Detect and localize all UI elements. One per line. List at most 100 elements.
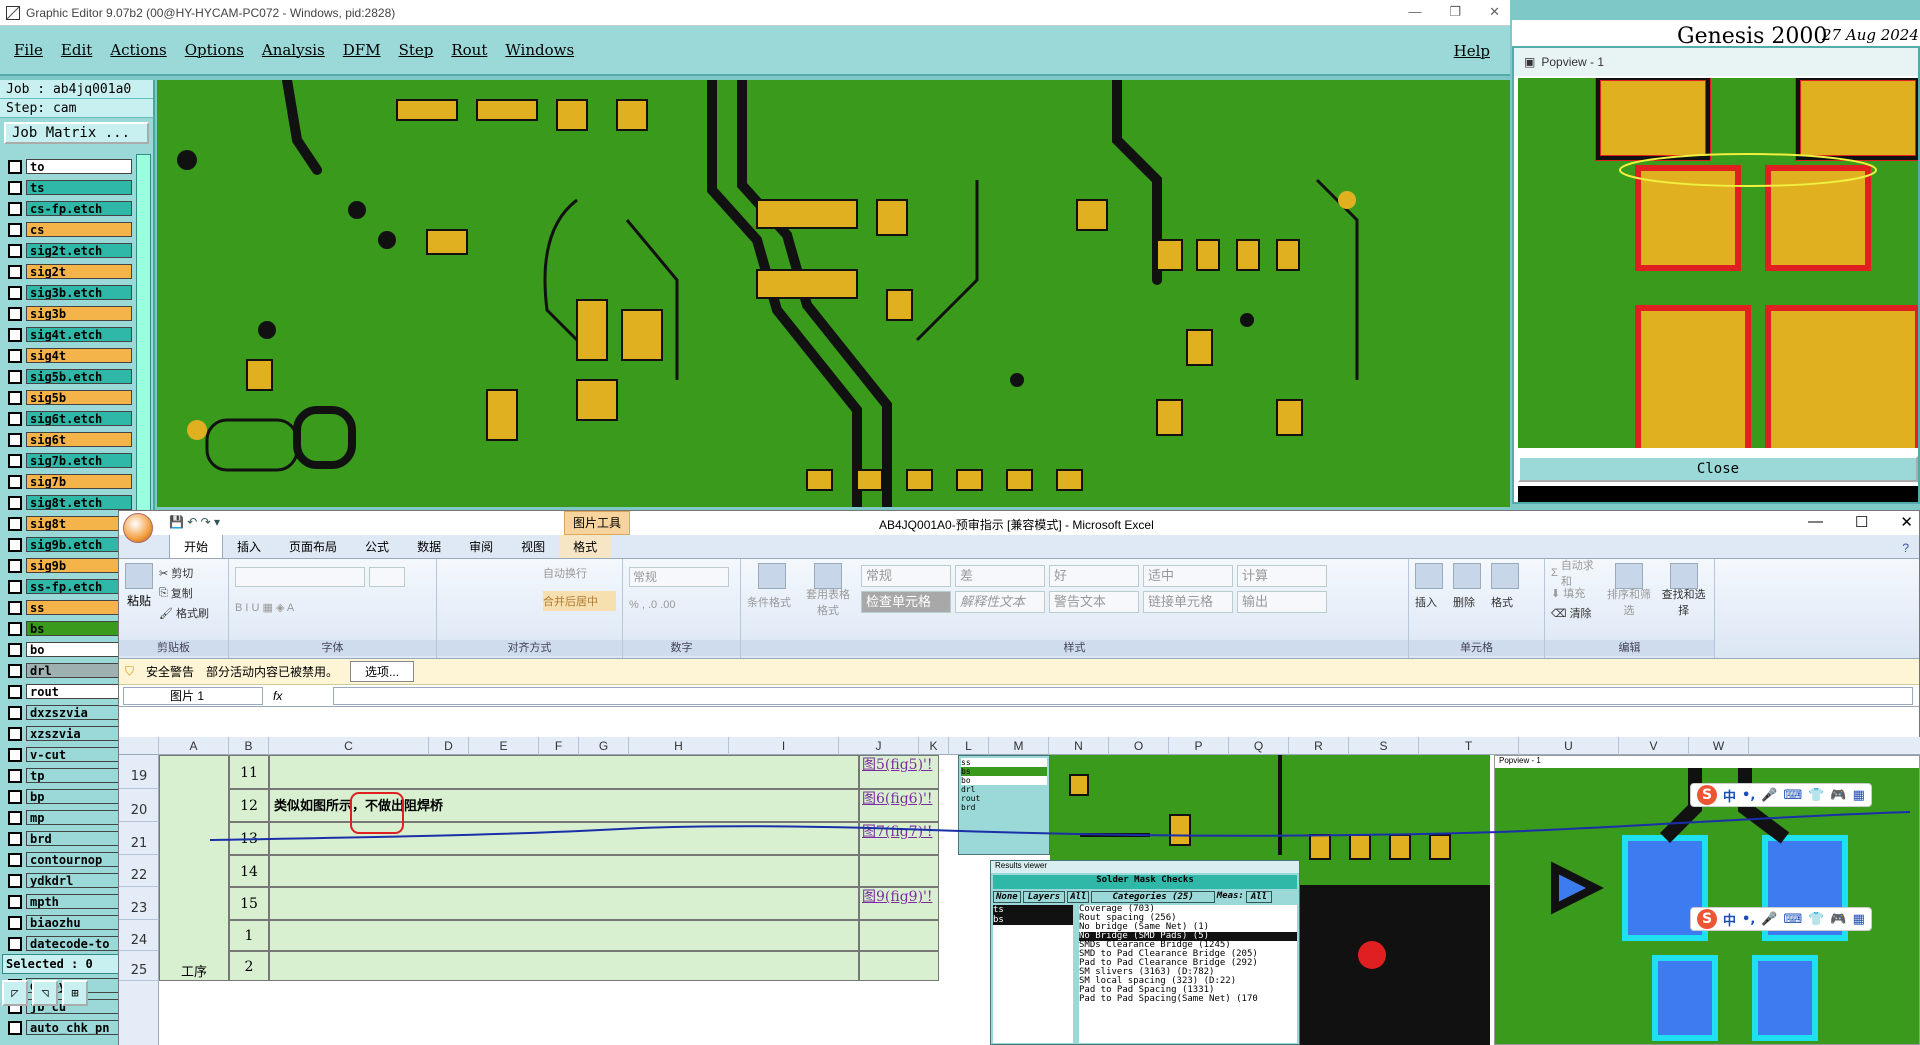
picture-tools-context-tab[interactable]: 图片工具 bbox=[564, 511, 630, 535]
description-cell[interactable] bbox=[269, 755, 859, 789]
column-header[interactable]: H bbox=[629, 737, 729, 755]
layer-checkbox[interactable] bbox=[8, 894, 22, 909]
column-header[interactable]: I bbox=[729, 737, 839, 755]
layer-checkbox[interactable] bbox=[8, 369, 22, 384]
tab-page-layout[interactable]: 页面布局 bbox=[275, 535, 351, 558]
layer-row[interactable]: xzszvia bbox=[4, 723, 132, 744]
layer-row[interactable]: mpth bbox=[4, 891, 132, 912]
rv-all-button[interactable]: All bbox=[1067, 891, 1090, 903]
excel-minimize-icon[interactable]: — bbox=[1808, 513, 1823, 531]
layer-row[interactable]: sig6t.etch bbox=[4, 408, 132, 429]
style-linked-cell[interactable]: 链接单元格 bbox=[1143, 591, 1233, 613]
description-cell[interactable]: 类似如图所示，不做出阻焊桥 bbox=[269, 789, 859, 822]
layer-checkbox[interactable] bbox=[8, 264, 22, 279]
column-header[interactable]: G bbox=[579, 737, 629, 755]
layer-name[interactable]: datecode-to bbox=[26, 936, 132, 951]
layer-name[interactable]: sig8t.etch bbox=[26, 495, 132, 510]
layer-row[interactable]: sig2t.etch bbox=[4, 240, 132, 261]
column-header[interactable]: E bbox=[469, 737, 539, 755]
layer-row[interactable]: sig3b.etch bbox=[4, 282, 132, 303]
layer-name[interactable]: drl bbox=[26, 663, 132, 678]
layer-name[interactable]: sig2t.etch bbox=[26, 243, 132, 258]
layer-checkbox[interactable] bbox=[8, 579, 22, 594]
quick-access-toolbar[interactable]: 💾 ↶ ↷ ▾ bbox=[169, 515, 220, 529]
layer-row[interactable]: sig2t bbox=[4, 261, 132, 282]
font-name-select[interactable] bbox=[235, 567, 365, 587]
layer-name[interactable]: tp bbox=[26, 768, 132, 783]
layer-name[interactable]: sig4t bbox=[26, 348, 132, 363]
layer-name[interactable]: sig8t bbox=[26, 516, 132, 531]
column-header[interactable]: C bbox=[269, 737, 429, 755]
item-number-cell[interactable]: 11 bbox=[229, 755, 269, 789]
row-header[interactable]: 21 bbox=[119, 822, 159, 855]
layer-row[interactable]: sig4t.etch bbox=[4, 324, 132, 345]
find-select-button[interactable]: 查找和选择 bbox=[1659, 563, 1708, 623]
maximize-icon[interactable]: ❐ bbox=[1449, 4, 1461, 20]
popview-canvas[interactable] bbox=[1518, 78, 1918, 448]
column-header[interactable]: N bbox=[1049, 737, 1109, 755]
number-format-buttons[interactable]: % , .0 .00 bbox=[629, 595, 734, 615]
layer-name[interactable]: mp bbox=[26, 810, 132, 825]
layer-checkbox[interactable] bbox=[8, 726, 22, 741]
style-explanatory[interactable]: 解释性文本 bbox=[955, 591, 1045, 613]
style-calculation[interactable]: 计算 bbox=[1237, 565, 1327, 587]
layer-checkbox[interactable] bbox=[8, 642, 22, 657]
conditional-format-button[interactable]: 条件格式 bbox=[747, 563, 797, 615]
layer-row[interactable]: auto_chk_pn bbox=[4, 1017, 132, 1038]
style-normal[interactable]: 常规 bbox=[861, 565, 951, 587]
layer-row[interactable]: sig8t.etch bbox=[4, 492, 132, 513]
tab-view[interactable]: 视图 bbox=[507, 535, 559, 558]
layer-name[interactable]: to bbox=[26, 159, 132, 174]
column-header[interactable]: U bbox=[1519, 737, 1619, 755]
column-header[interactable]: A bbox=[159, 737, 229, 755]
column-header[interactable]: Q bbox=[1229, 737, 1289, 755]
layer-checkbox[interactable] bbox=[8, 936, 22, 951]
popview-close-button[interactable]: Close bbox=[1518, 456, 1918, 482]
description-cell[interactable] bbox=[269, 887, 859, 920]
column-header[interactable]: R bbox=[1289, 737, 1349, 755]
figure-link-cell[interactable]: 图6(fig6)'! bbox=[859, 789, 939, 822]
layer-checkbox[interactable] bbox=[8, 663, 22, 678]
font-size-select[interactable] bbox=[369, 567, 405, 587]
menu-help[interactable]: Help bbox=[1454, 42, 1490, 60]
layer-checkbox[interactable] bbox=[8, 159, 22, 174]
delete-cells-button[interactable]: 删除 bbox=[1453, 563, 1481, 612]
description-cell[interactable] bbox=[269, 920, 859, 951]
rv-category-item[interactable]: Pad to Pad Spacing(Same Net) (170 bbox=[1079, 995, 1297, 1004]
layer-name[interactable]: sig7b.etch bbox=[26, 453, 132, 468]
excel-maximize-icon[interactable]: ☐ bbox=[1855, 513, 1868, 531]
layer-row[interactable]: rout bbox=[4, 681, 132, 702]
layer-name[interactable]: xzszvia bbox=[26, 726, 132, 741]
row-header[interactable]: 23 bbox=[119, 887, 159, 920]
layer-row[interactable]: sig8t bbox=[4, 513, 132, 534]
layer-name[interactable]: bp bbox=[26, 789, 132, 804]
layer-row[interactable]: cs-fp.etch bbox=[4, 198, 132, 219]
layer-checkbox[interactable] bbox=[8, 432, 22, 447]
menu-dfm[interactable]: DFM bbox=[343, 41, 381, 59]
tab-home[interactable]: 开始 bbox=[169, 534, 224, 558]
layer-row[interactable]: cs bbox=[4, 219, 132, 240]
layer-name[interactable]: contournop bbox=[26, 852, 132, 867]
layer-row[interactable]: ts bbox=[4, 177, 132, 198]
layer-row[interactable]: brd bbox=[4, 828, 132, 849]
merge-center-button[interactable]: 合并后居中 bbox=[543, 591, 616, 611]
menu-actions[interactable]: Actions bbox=[110, 41, 166, 59]
menu-step[interactable]: Step bbox=[399, 41, 434, 59]
select-tool-icon[interactable]: ◹ bbox=[32, 980, 58, 1006]
layer-name[interactable]: cs-fp.etch bbox=[26, 201, 132, 216]
layer-checkbox[interactable] bbox=[8, 516, 22, 531]
description-cell[interactable] bbox=[269, 822, 859, 855]
style-neutral[interactable]: 适中 bbox=[1143, 565, 1233, 587]
layer-row[interactable]: drl bbox=[4, 660, 132, 681]
layer-name[interactable]: sig5b.etch bbox=[26, 369, 132, 384]
layer-checkbox[interactable] bbox=[8, 537, 22, 552]
cut-button[interactable]: ✂ 剪切 bbox=[159, 563, 209, 583]
style-warning[interactable]: 警告文本 bbox=[1049, 591, 1139, 613]
style-good[interactable]: 好 bbox=[1049, 565, 1139, 587]
grid-tool-icon[interactable]: ⊞ bbox=[62, 980, 88, 1006]
layer-row[interactable]: sig9b.etch bbox=[4, 534, 132, 555]
layer-row[interactable]: sig4t bbox=[4, 345, 132, 366]
rv-layer-bs[interactable]: bs bbox=[993, 915, 1073, 925]
layer-checkbox[interactable] bbox=[8, 852, 22, 867]
layer-row[interactable]: bo bbox=[4, 639, 132, 660]
